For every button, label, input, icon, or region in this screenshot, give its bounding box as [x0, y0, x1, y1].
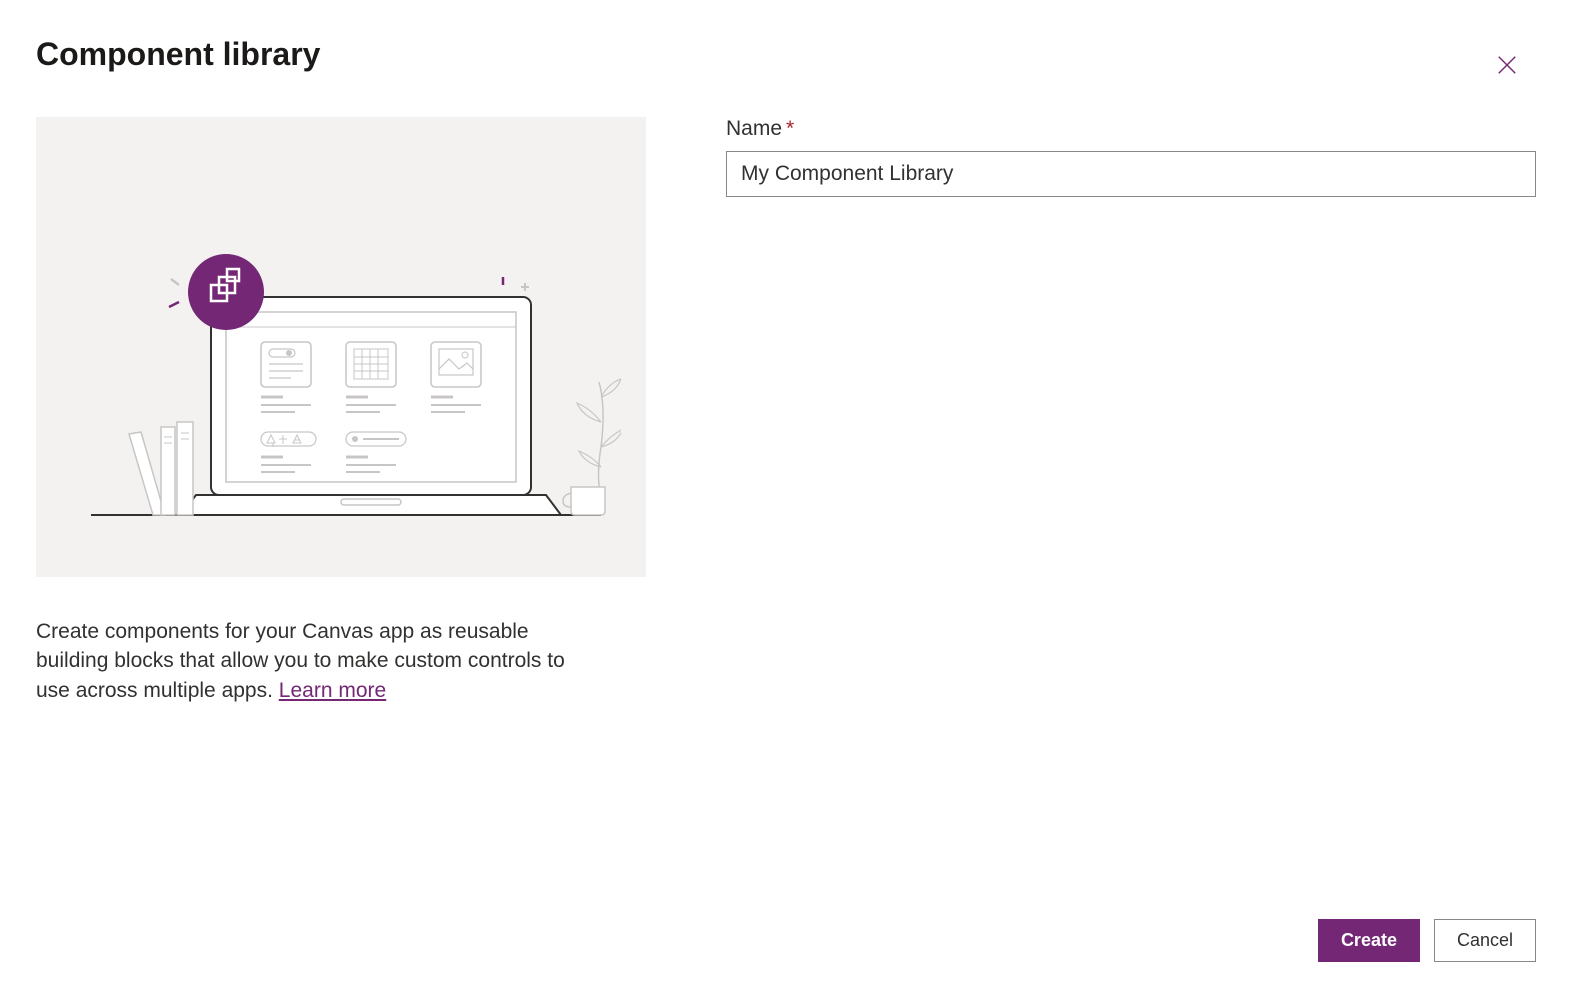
dialog-content: Create components for your Canvas app as…	[36, 117, 1536, 705]
create-button[interactable]: Create	[1318, 919, 1420, 962]
dialog-title: Component library	[36, 36, 320, 73]
component-library-illustration-icon	[61, 157, 621, 537]
dialog-header: Component library	[36, 36, 1536, 87]
cancel-button[interactable]: Cancel	[1434, 919, 1536, 962]
name-input[interactable]	[726, 151, 1536, 197]
learn-more-link[interactable]: Learn more	[279, 679, 386, 702]
dialog-description: Create components for your Canvas app as…	[36, 617, 596, 705]
right-panel: Name*	[726, 117, 1536, 705]
close-button[interactable]	[1488, 46, 1526, 87]
dialog-footer: Create Cancel	[1318, 919, 1536, 962]
left-panel: Create components for your Canvas app as…	[36, 117, 646, 705]
close-icon	[1496, 54, 1518, 79]
name-label: Name*	[726, 117, 1536, 141]
illustration	[36, 117, 646, 577]
required-marker: *	[786, 117, 794, 140]
